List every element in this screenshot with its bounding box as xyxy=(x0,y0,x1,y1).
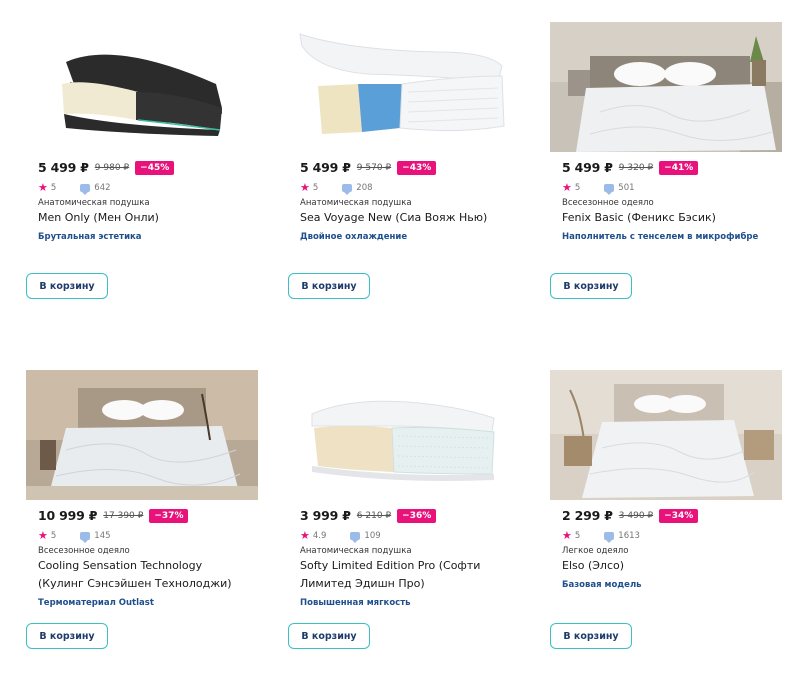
discount-badge: −36% xyxy=(397,508,437,523)
price: 10 999 ₽ xyxy=(38,508,98,523)
rating-row: ★ 4.9 109 xyxy=(300,529,381,543)
review-count: 501 xyxy=(618,182,635,193)
product-category: Анатомическая подушка xyxy=(300,198,412,208)
product-name[interactable]: Softy Limited Edition Pro (Софти Лимитед… xyxy=(300,557,500,593)
price: 5 499 ₽ xyxy=(562,160,613,175)
star-icon: ★ xyxy=(38,529,48,542)
price-row: 5 499 ₽ 9 320 ₽ −41% xyxy=(562,160,699,175)
comment-icon xyxy=(350,531,361,543)
product-category: Всесезонное одеяло xyxy=(38,546,130,556)
product-image-black-pillow[interactable] xyxy=(26,22,258,152)
price-row: 10 999 ₽ 17 390 ₽ −37% xyxy=(38,508,189,523)
discount-badge: −45% xyxy=(135,160,175,175)
old-price: 9 320 ₽ xyxy=(618,162,654,173)
discount-badge: −41% xyxy=(659,160,699,175)
review-count: 208 xyxy=(356,182,373,193)
old-price: 6 210 ₽ xyxy=(356,510,392,521)
rating-value: 5 xyxy=(574,182,581,193)
discount-badge: −34% xyxy=(659,508,699,523)
rating-row: ★ 5 145 xyxy=(38,529,111,543)
review-count: 1613 xyxy=(618,530,640,541)
product-feature: Двойное охлаждение xyxy=(300,232,408,242)
review-count: 642 xyxy=(94,182,111,193)
product-name[interactable]: Fenix Basic (Феникс Бэсик) xyxy=(562,209,762,227)
product-feature: Наполнитель с тенселем в микрофибре xyxy=(562,232,759,242)
price: 2 299 ₽ xyxy=(562,508,613,523)
old-price: 9 980 ₽ xyxy=(94,162,130,173)
star-icon: ★ xyxy=(38,181,48,194)
rating-value: 5 xyxy=(574,530,581,541)
rating-row: ★ 5 642 xyxy=(38,181,111,195)
price-row: 5 499 ₽ 9 570 ₽ −43% xyxy=(300,160,437,175)
price-row: 5 499 ₽ 9 980 ₽ −45% xyxy=(38,160,175,175)
price: 5 499 ₽ xyxy=(300,160,351,175)
rating-row: ★ 5 1613 xyxy=(562,529,640,543)
old-price: 3 490 ₽ xyxy=(618,510,654,521)
product-feature: Повышенная мягкость xyxy=(300,598,411,608)
add-to-cart-button[interactable]: В корзину xyxy=(550,273,632,299)
add-to-cart-button[interactable]: В корзину xyxy=(550,623,632,649)
product-image-white-gel-pillow[interactable] xyxy=(288,22,520,152)
comment-icon xyxy=(604,183,615,195)
star-icon: ★ xyxy=(300,529,310,542)
rating-value: 5 xyxy=(50,530,57,541)
add-to-cart-button[interactable]: В корзину xyxy=(288,273,370,299)
comment-icon xyxy=(342,183,353,195)
product-category: Легкое одеяло xyxy=(562,546,629,556)
rating-row: ★ 5 208 xyxy=(300,181,373,195)
discount-badge: −37% xyxy=(149,508,189,523)
product-name[interactable]: Elso (Элсо) xyxy=(562,557,762,575)
star-icon: ★ xyxy=(562,181,572,194)
product-grid: 5 499 ₽ 9 980 ₽ −45% ★ 5 642 Анатомическ… xyxy=(0,0,800,678)
comment-icon xyxy=(604,531,615,543)
old-price: 17 390 ₽ xyxy=(103,510,144,521)
review-count: 145 xyxy=(94,530,111,541)
rating-value: 5 xyxy=(50,182,57,193)
price-row: 2 299 ₽ 3 490 ₽ −34% xyxy=(562,508,699,523)
product-category: Анатомическая подушка xyxy=(300,546,412,556)
comment-icon xyxy=(80,183,91,195)
product-feature: Брутальная эстетика xyxy=(38,232,142,242)
discount-badge: −43% xyxy=(397,160,437,175)
product-name[interactable]: Sea Voyage New (Сиа Вояж Нью) xyxy=(300,209,500,227)
price-row: 3 999 ₽ 6 210 ₽ −36% xyxy=(300,508,437,523)
product-image-bedroom-blanket[interactable] xyxy=(550,22,782,152)
comment-icon xyxy=(80,531,91,543)
product-feature: Термоматериал Outlast xyxy=(38,598,154,608)
add-to-cart-button[interactable]: В корзину xyxy=(26,623,108,649)
price: 5 499 ₽ xyxy=(38,160,89,175)
product-image-bedroom-blanket-light[interactable] xyxy=(550,370,782,500)
star-icon: ★ xyxy=(300,181,310,194)
product-image-white-foam-pillow[interactable] xyxy=(288,370,520,500)
product-category: Анатомическая подушка xyxy=(38,198,150,208)
old-price: 9 570 ₽ xyxy=(356,162,392,173)
product-feature: Базовая модель xyxy=(562,580,642,590)
rating-value: 4.9 xyxy=(312,530,327,541)
star-icon: ★ xyxy=(562,529,572,542)
product-image-bedroom-blanket-warm[interactable] xyxy=(26,370,258,500)
rating-row: ★ 5 501 xyxy=(562,181,635,195)
rating-value: 5 xyxy=(312,182,319,193)
product-category: Всесезонное одеяло xyxy=(562,198,654,208)
add-to-cart-button[interactable]: В корзину xyxy=(288,623,370,649)
product-name[interactable]: Cooling Sensation Technology (Кулинг Сэн… xyxy=(38,557,238,593)
price: 3 999 ₽ xyxy=(300,508,351,523)
product-name[interactable]: Men Only (Мен Онли) xyxy=(38,209,238,227)
add-to-cart-button[interactable]: В корзину xyxy=(26,273,108,299)
review-count: 109 xyxy=(364,530,381,541)
